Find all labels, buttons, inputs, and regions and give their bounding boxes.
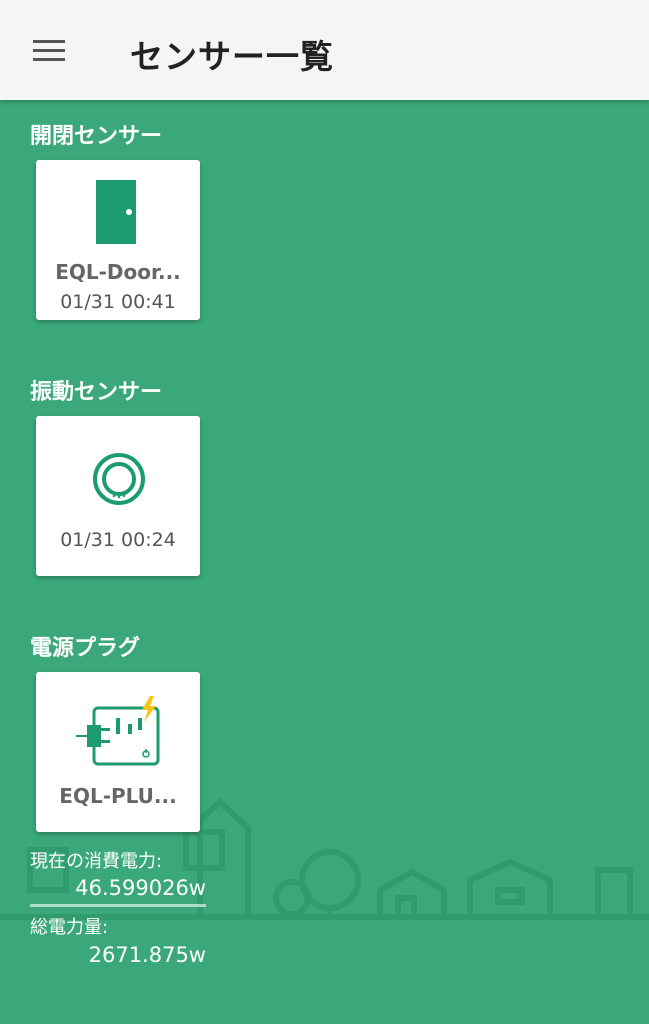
door-icon	[96, 180, 136, 244]
power-plug-icon	[76, 696, 160, 766]
page-title: センサー一覧	[130, 37, 334, 76]
sensor-card-vibration[interactable]: 01/31 00:24	[36, 416, 200, 576]
hamburger-menu-icon[interactable]	[30, 36, 70, 66]
divider	[30, 904, 206, 907]
total-power-value: 2671.875w	[88, 943, 206, 967]
total-power-label: 総電力量:	[30, 917, 109, 938]
sensor-card-door[interactable]: EQL-Door... 01/31 00:41	[36, 160, 200, 320]
sensor-name: EQL-PLU...	[59, 784, 177, 808]
sensor-timestamp: 01/31 00:24	[60, 529, 176, 551]
section-title-door: 開閉センサー	[30, 124, 163, 149]
section-title-vibration: 振動センサー	[30, 380, 163, 405]
sensor-name: EQL-Door...	[55, 260, 181, 284]
vibration-sensor-icon	[93, 453, 145, 505]
section-title-plug: 電源プラグ	[30, 636, 141, 661]
current-power-value: 46.599026w	[75, 876, 206, 900]
app-bar: センサー一覧	[0, 0, 649, 100]
sensor-card-plug[interactable]: EQL-PLU...	[36, 672, 200, 832]
sensor-timestamp: 01/31 00:41	[60, 291, 176, 313]
current-power-label: 現在の消費電力:	[30, 851, 163, 872]
